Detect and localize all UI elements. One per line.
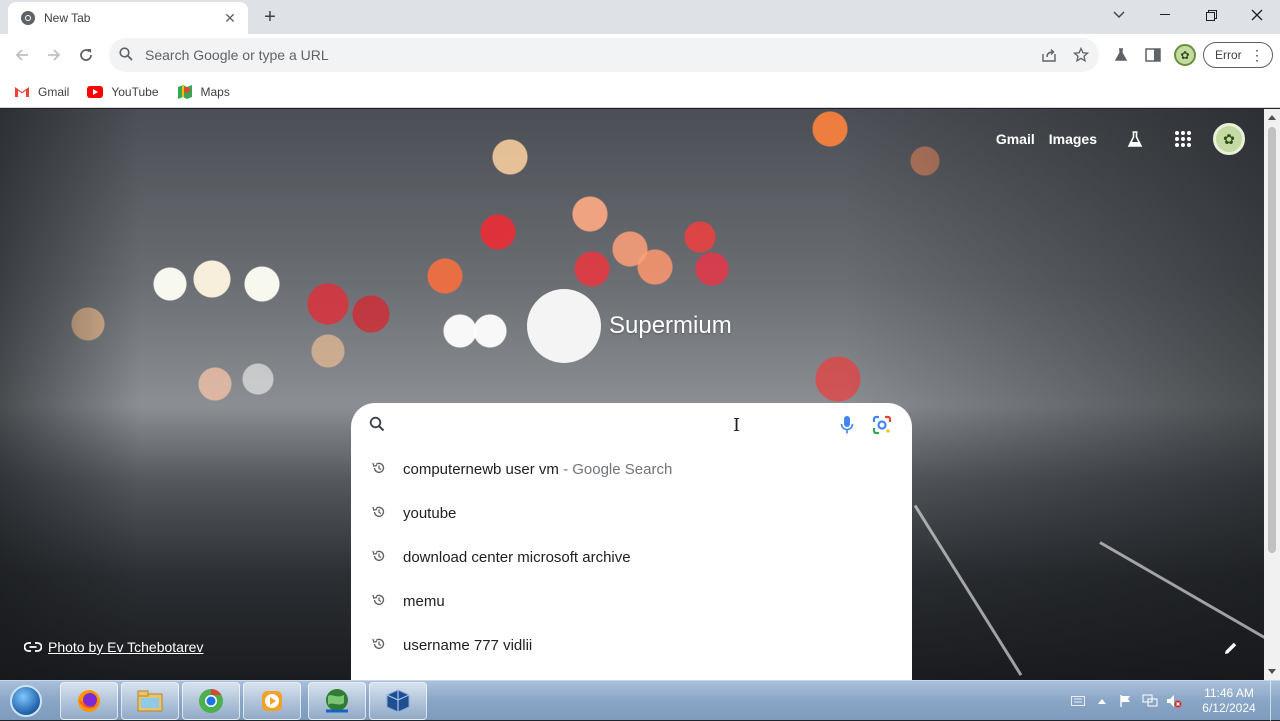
- apps-grid-icon[interactable]: [1167, 123, 1199, 155]
- suggestion-query: computernewb user vm: [403, 461, 559, 478]
- suggestion-text: memu: [403, 593, 445, 610]
- logo-circle: [527, 289, 601, 363]
- scroll-down-arrow[interactable]: [1268, 669, 1276, 674]
- internet-download-icon[interactable]: [308, 682, 366, 720]
- restore-button[interactable]: [1188, 0, 1234, 30]
- media-player-icon[interactable]: [243, 682, 301, 720]
- scrollbar-thumb[interactable]: [1268, 127, 1276, 553]
- history-icon: [371, 636, 387, 652]
- start-button[interactable]: [4, 683, 48, 719]
- bookmark-label: Gmail: [38, 84, 70, 99]
- suggestion-item[interactable]: username 777 vidlii: [351, 623, 912, 667]
- bookmark-youtube[interactable]: YouTube: [87, 84, 159, 100]
- volume-muted-icon[interactable]: [1162, 681, 1186, 721]
- youtube-icon: [87, 84, 104, 100]
- browser-logo: Supermium: [527, 289, 732, 363]
- labs-flask-icon[interactable]: [1119, 123, 1151, 155]
- suggestion-text: youtube: [403, 505, 457, 522]
- omnibox[interactable]: Search Google or type a URL: [109, 38, 1099, 72]
- gmail-icon: [14, 84, 30, 100]
- system-tray: [1066, 681, 1186, 721]
- clock-date: 6/12/2024: [1202, 701, 1256, 715]
- search-icon: [119, 46, 133, 64]
- scroll-up-arrow[interactable]: [1268, 115, 1276, 120]
- file-explorer-icon[interactable]: [121, 682, 179, 720]
- toolbar: Search Google or type a URL ✿ Error ⋮: [0, 34, 1280, 76]
- google-lens-icon[interactable]: [870, 413, 894, 437]
- history-icon: [371, 548, 387, 564]
- microphone-icon[interactable]: [835, 413, 859, 437]
- page-scrollbar[interactable]: [1264, 109, 1280, 680]
- show-desktop-button[interactable]: [1270, 681, 1280, 721]
- bookmark-label: YouTube: [111, 84, 159, 99]
- tab-title: New Tab: [44, 11, 91, 25]
- bookmarks-bar: Gmail YouTube Maps: [0, 76, 1280, 108]
- suggestion-item[interactable]: computernewb user vm - Google Search: [351, 447, 912, 491]
- ntp-header: Gmail Images ✿: [996, 109, 1264, 169]
- tab-new-tab[interactable]: New Tab ✕: [8, 2, 248, 34]
- windows-logo-icon: [10, 685, 42, 717]
- customize-pencil-icon[interactable]: [1222, 639, 1240, 657]
- search-input[interactable]: [401, 411, 821, 439]
- chrome-icon[interactable]: [182, 682, 240, 720]
- omnibox-placeholder: Search Google or type a URL: [145, 47, 329, 63]
- history-icon: [371, 460, 387, 476]
- clock-time: 11:46 AM: [1204, 686, 1254, 700]
- maps-icon: [177, 84, 193, 100]
- back-button[interactable]: [9, 42, 35, 68]
- history-icon: [371, 504, 387, 520]
- photo-credit-text: Photo by Ev Tchebotarev: [48, 639, 204, 655]
- suggestion-item[interactable]: memu: [351, 579, 912, 623]
- labs-flask-icon[interactable]: [1108, 42, 1134, 68]
- suggestion-suffix: - Google Search: [558, 461, 673, 478]
- chrome-icon: [20, 10, 36, 26]
- history-icon: [371, 592, 387, 608]
- taskbar: 11:46 AM 6/12/2024: [0, 680, 1280, 721]
- side-panel-icon[interactable]: [1140, 42, 1166, 68]
- tab-search-icon[interactable]: [1096, 0, 1142, 30]
- bookmark-label: Maps: [200, 84, 230, 99]
- suggestion-text: username 777 vidlii: [403, 637, 533, 654]
- close-window-button[interactable]: [1234, 0, 1280, 30]
- bookmark-gmail[interactable]: Gmail: [14, 84, 69, 100]
- action-center-flag-icon[interactable]: [1114, 681, 1138, 721]
- search-row: I: [351, 403, 912, 447]
- logo-text: Supermium: [609, 312, 732, 339]
- keyboard-icon[interactable]: [1066, 681, 1090, 721]
- gmail-link[interactable]: Gmail: [996, 131, 1035, 147]
- photo-credit-link[interactable]: Photo by Ev Tchebotarev: [24, 638, 203, 656]
- suggestion-text: download center microsoft archive: [403, 549, 631, 566]
- firefox-icon[interactable]: [60, 682, 118, 720]
- show-hidden-icons-arrow[interactable]: [1090, 681, 1114, 721]
- profile-avatar[interactable]: ✿: [1174, 44, 1196, 66]
- images-link[interactable]: Images: [1049, 131, 1097, 147]
- bookmark-maps[interactable]: Maps: [177, 84, 230, 100]
- taskbar-clock[interactable]: 11:46 AM 6/12/2024: [1196, 686, 1262, 716]
- new-tab-page: Gmail Images ✿ Supermium I computernewb …: [0, 109, 1264, 680]
- suggestion-item[interactable]: youtube: [351, 491, 912, 535]
- virtualbox-icon[interactable]: [369, 682, 427, 720]
- link-icon: [24, 638, 42, 656]
- background-shade: [0, 109, 140, 680]
- close-icon[interactable]: ✕: [222, 10, 238, 26]
- suggestion-item[interactable]: download center microsoft archive: [351, 535, 912, 579]
- reload-button[interactable]: [73, 42, 99, 68]
- bookmark-star-icon[interactable]: [1068, 42, 1094, 68]
- suggestion-text: computernewb user vm - Google Search: [403, 461, 672, 478]
- new-tab-button[interactable]: +: [258, 6, 282, 28]
- share-icon[interactable]: [1036, 42, 1062, 68]
- error-button[interactable]: Error ⋮: [1203, 42, 1273, 68]
- forward-button[interactable]: [41, 42, 67, 68]
- account-avatar[interactable]: ✿: [1213, 123, 1245, 155]
- network-icon[interactable]: [1138, 681, 1162, 721]
- tab-strip: New Tab ✕ +: [0, 0, 1280, 34]
- minimize-button[interactable]: [1142, 0, 1188, 30]
- error-label: Error: [1215, 48, 1242, 62]
- kebab-menu-icon[interactable]: ⋮: [1250, 47, 1264, 64]
- text-cursor-icon: I: [733, 415, 741, 436]
- search-icon: [369, 416, 385, 435]
- ntp-search-box: I computernewb user vm - Google Search y…: [351, 403, 912, 680]
